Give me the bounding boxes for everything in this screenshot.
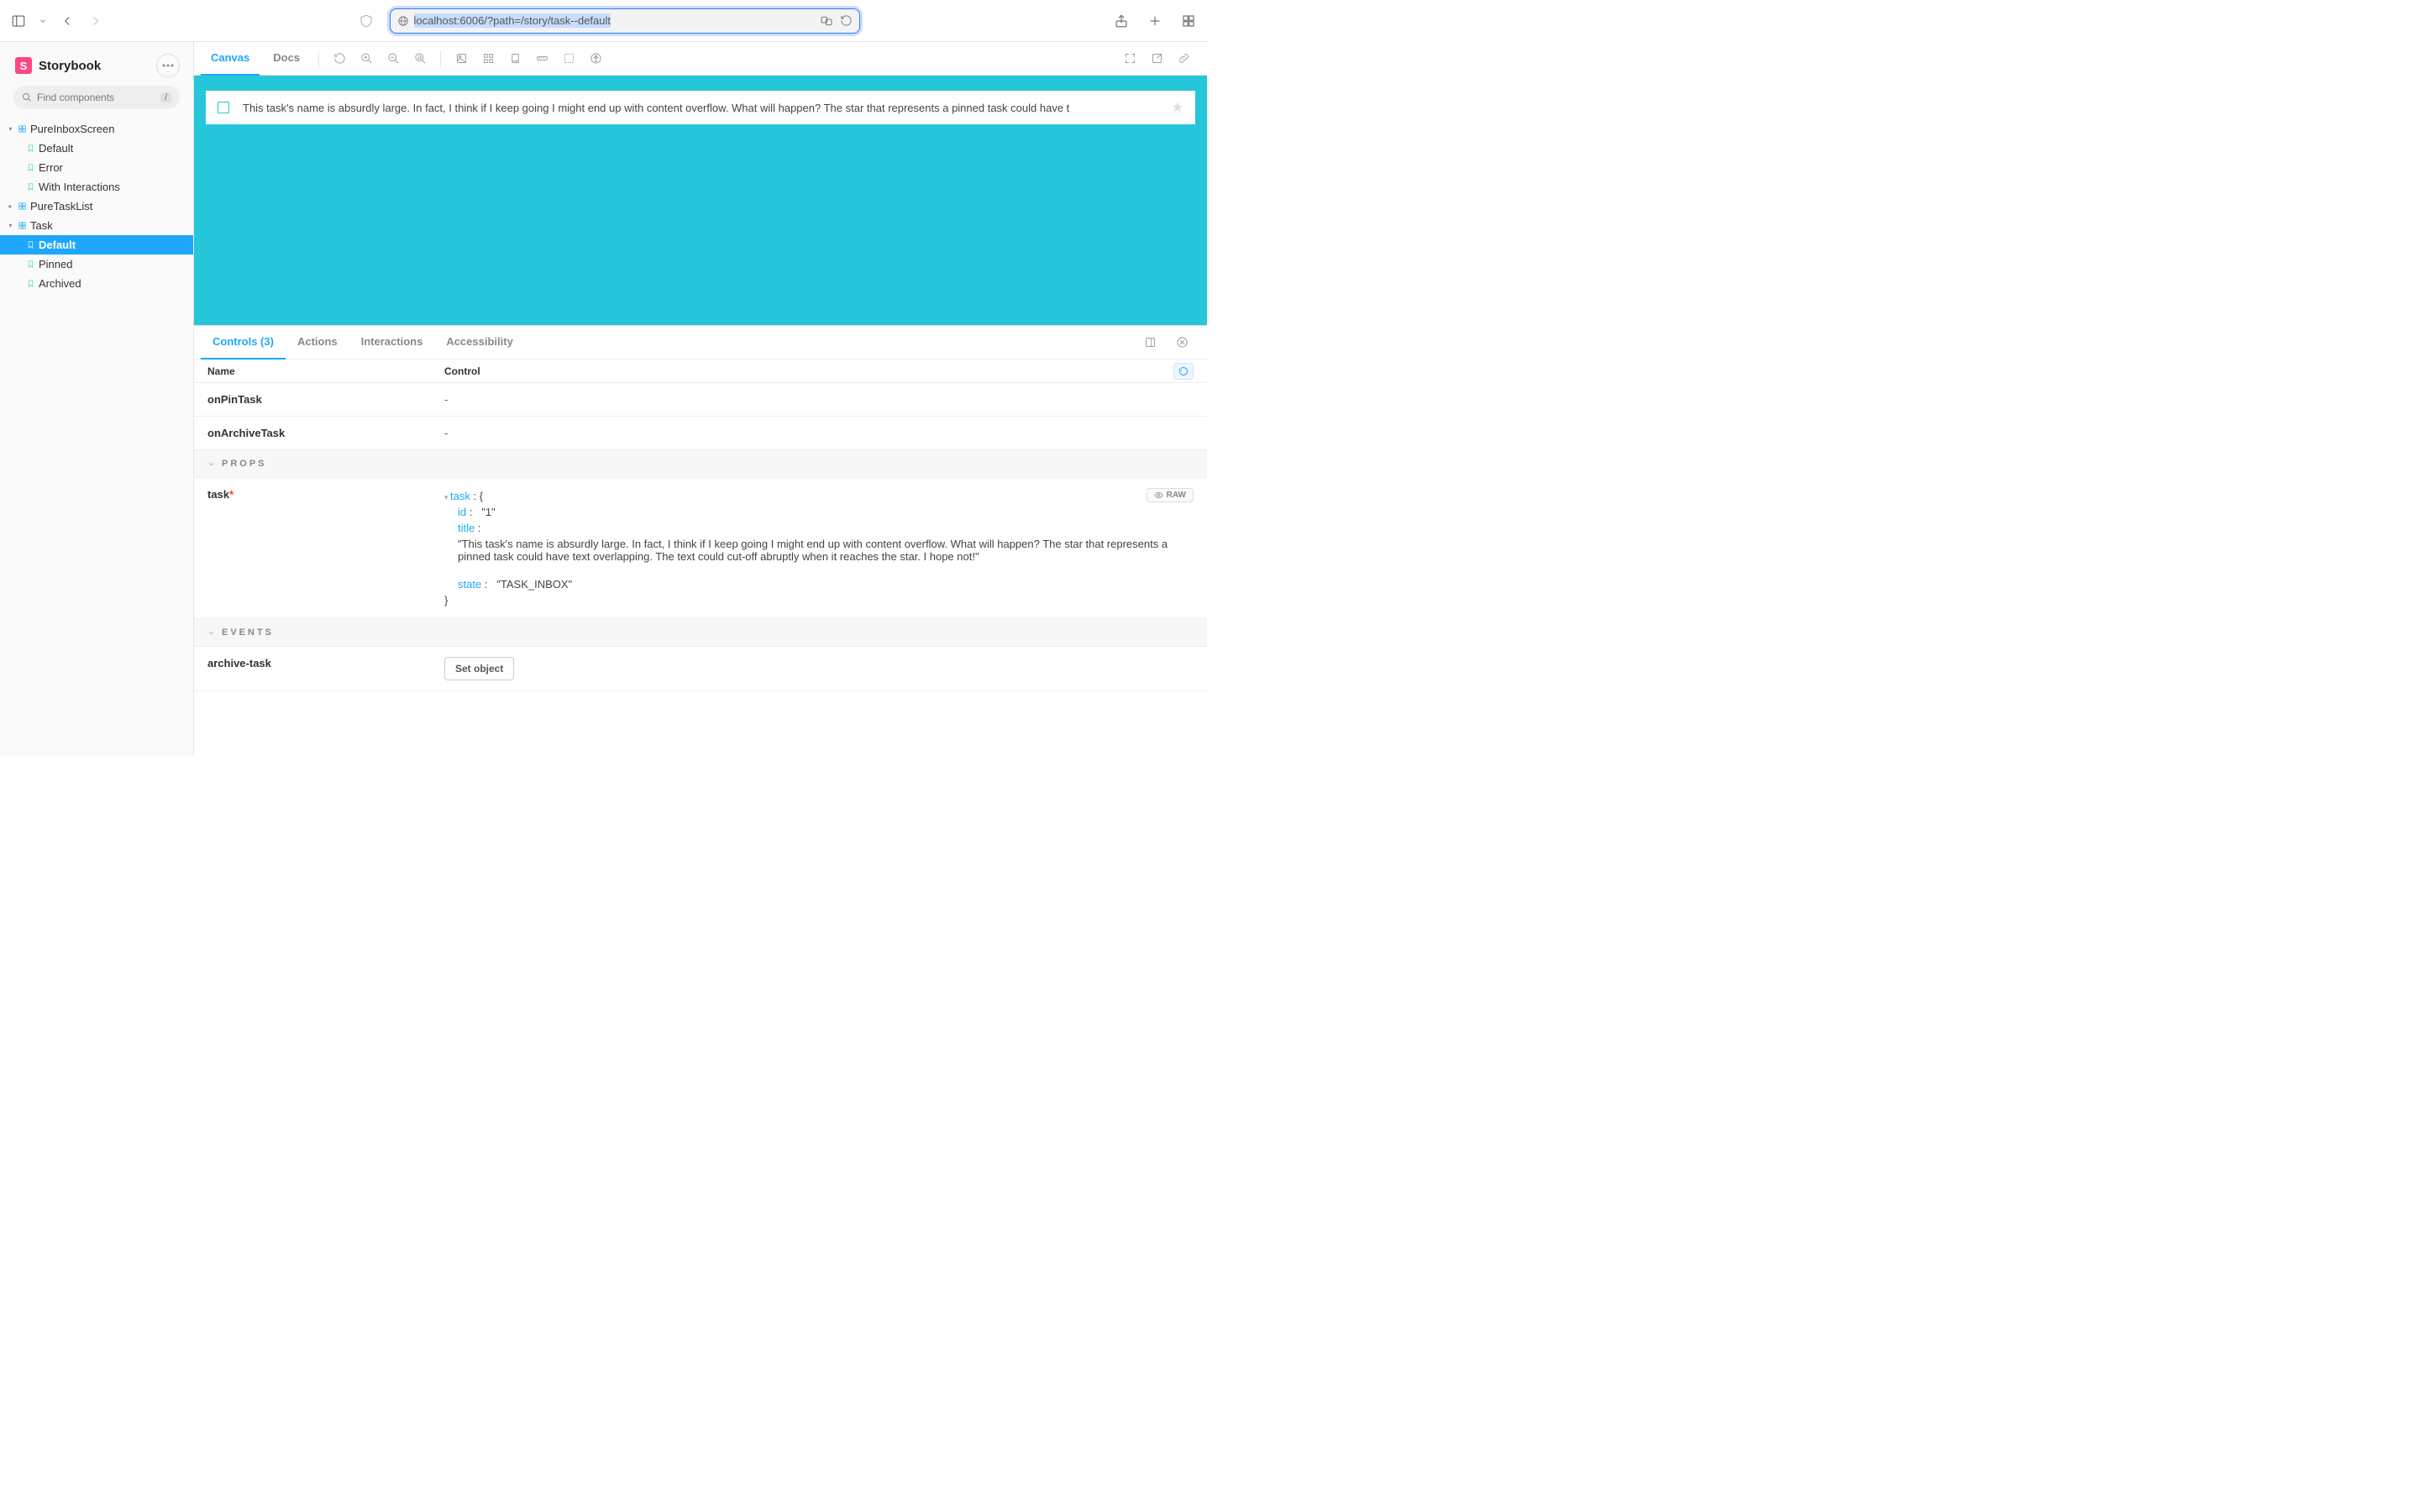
- control-value: -: [444, 393, 1194, 406]
- viewport-icon[interactable]: [503, 47, 527, 71]
- addon-tab-controls[interactable]: Controls (3): [201, 326, 286, 360]
- share-icon[interactable]: [1113, 13, 1130, 29]
- fullscreen-icon[interactable]: [1118, 47, 1141, 71]
- reload-icon[interactable]: [840, 14, 853, 27]
- ellipsis-icon: [162, 64, 174, 67]
- eye-icon: [1154, 491, 1163, 500]
- star-icon[interactable]: ★: [1172, 99, 1183, 116]
- search-placeholder: Find components: [37, 92, 114, 103]
- tree-story[interactable]: Error: [0, 158, 193, 177]
- translate-icon[interactable]: [820, 14, 833, 28]
- main-panel: Canvas Docs This task's name is ab: [194, 42, 1207, 756]
- tab-docs[interactable]: Docs: [263, 42, 310, 76]
- addon-tab-accessibility[interactable]: Accessibility: [434, 326, 525, 360]
- control-name: onArchiveTask: [207, 427, 444, 439]
- canvas-toolbar: Canvas Docs: [194, 42, 1207, 76]
- control-value: -: [444, 427, 1194, 439]
- tree-component[interactable]: ▸PureTaskList: [0, 197, 193, 216]
- set-object-button[interactable]: Set object: [444, 657, 514, 680]
- col-header-control: Control: [444, 365, 1173, 377]
- grid-icon[interactable]: [476, 47, 500, 71]
- story-icon: [25, 162, 36, 173]
- story-icon: [25, 278, 36, 289]
- panel-close-icon[interactable]: [1170, 331, 1194, 354]
- tree-component[interactable]: ▾PureInboxScreen: [0, 119, 193, 139]
- zoom-reset-icon[interactable]: [408, 47, 432, 71]
- addon-tab-interactions[interactable]: Interactions: [349, 326, 435, 360]
- url-text: localhost:6006/?path=/story/task--defaul…: [414, 13, 611, 28]
- open-new-tab-icon[interactable]: [1145, 47, 1168, 71]
- brand-name: Storybook: [39, 59, 101, 73]
- story-tree: ▾PureInboxScreenDefaultErrorWith Interac…: [0, 119, 193, 293]
- reset-controls-button[interactable]: [1173, 363, 1194, 380]
- story-icon: [25, 181, 36, 192]
- json-tree[interactable]: ▾ task : { id : "1" title : "This task's…: [444, 488, 1194, 608]
- zoom-out-icon[interactable]: [381, 47, 405, 71]
- tree-story[interactable]: Default: [0, 139, 193, 158]
- copy-link-icon[interactable]: [1172, 47, 1195, 71]
- storybook-logo-icon: S: [15, 57, 32, 74]
- addon-tab-actions[interactable]: Actions: [286, 326, 349, 360]
- browser-toolbar: localhost:6006/?path=/story/task--defaul…: [0, 0, 1207, 42]
- component-icon: [17, 123, 28, 134]
- nav-back-icon[interactable]: [59, 13, 76, 29]
- tab-canvas[interactable]: Canvas: [201, 42, 260, 76]
- addons-panel: Controls (3) Actions Interactions Access…: [194, 325, 1207, 756]
- task-checkbox[interactable]: [218, 102, 229, 113]
- search-shortcut: /: [160, 92, 171, 102]
- sidebar-toggle-icon[interactable]: [10, 13, 27, 29]
- remount-icon[interactable]: [328, 47, 351, 71]
- control-name-archive: archive-task: [207, 657, 444, 669]
- col-header-name: Name: [207, 365, 444, 377]
- zoom-in-icon[interactable]: [354, 47, 378, 71]
- story-icon: [25, 143, 36, 154]
- measure-icon[interactable]: [530, 47, 554, 71]
- url-bar[interactable]: localhost:6006/?path=/story/task--defaul…: [390, 8, 860, 34]
- accessibility-icon[interactable]: [584, 47, 607, 71]
- component-icon: [17, 201, 28, 212]
- story-icon: [25, 259, 36, 270]
- chevron-down-icon: [207, 629, 215, 637]
- tree-story[interactable]: Archived: [0, 274, 193, 293]
- tree-story[interactable]: Default: [0, 235, 193, 255]
- control-name-task: task*: [207, 488, 444, 501]
- story-icon: [25, 239, 36, 250]
- sidebar-menu-button[interactable]: [156, 54, 180, 77]
- globe-icon: [397, 15, 409, 27]
- section-events[interactable]: EVENTS: [194, 619, 1207, 647]
- nav-forward-icon: [87, 13, 104, 29]
- control-name: onPinTask: [207, 393, 444, 406]
- component-icon: [17, 220, 28, 231]
- raw-toggle-button[interactable]: RAW: [1147, 488, 1194, 502]
- chevron-down-icon[interactable]: [39, 17, 47, 25]
- outline-icon[interactable]: [557, 47, 580, 71]
- tree-story[interactable]: With Interactions: [0, 177, 193, 197]
- task-row: This task's name is absurdly large. In f…: [206, 91, 1195, 124]
- section-props[interactable]: PROPS: [194, 450, 1207, 478]
- sidebar: S Storybook Find components / ▾PureInbox…: [0, 42, 194, 756]
- tree-story[interactable]: Pinned: [0, 255, 193, 274]
- task-title: This task's name is absurdly large. In f…: [243, 102, 1158, 114]
- brand[interactable]: S Storybook: [15, 57, 101, 74]
- shield-icon[interactable]: [358, 13, 375, 29]
- search-icon: [22, 92, 32, 102]
- new-tab-icon[interactable]: [1147, 13, 1163, 29]
- tree-component[interactable]: ▾Task: [0, 216, 193, 235]
- chevron-down-icon: [207, 460, 215, 468]
- search-input[interactable]: Find components /: [13, 86, 180, 109]
- tab-overview-icon[interactable]: [1180, 13, 1197, 29]
- background-icon[interactable]: [449, 47, 473, 71]
- panel-orientation-icon[interactable]: [1138, 331, 1162, 354]
- canvas-preview: This task's name is absurdly large. In f…: [194, 76, 1207, 325]
